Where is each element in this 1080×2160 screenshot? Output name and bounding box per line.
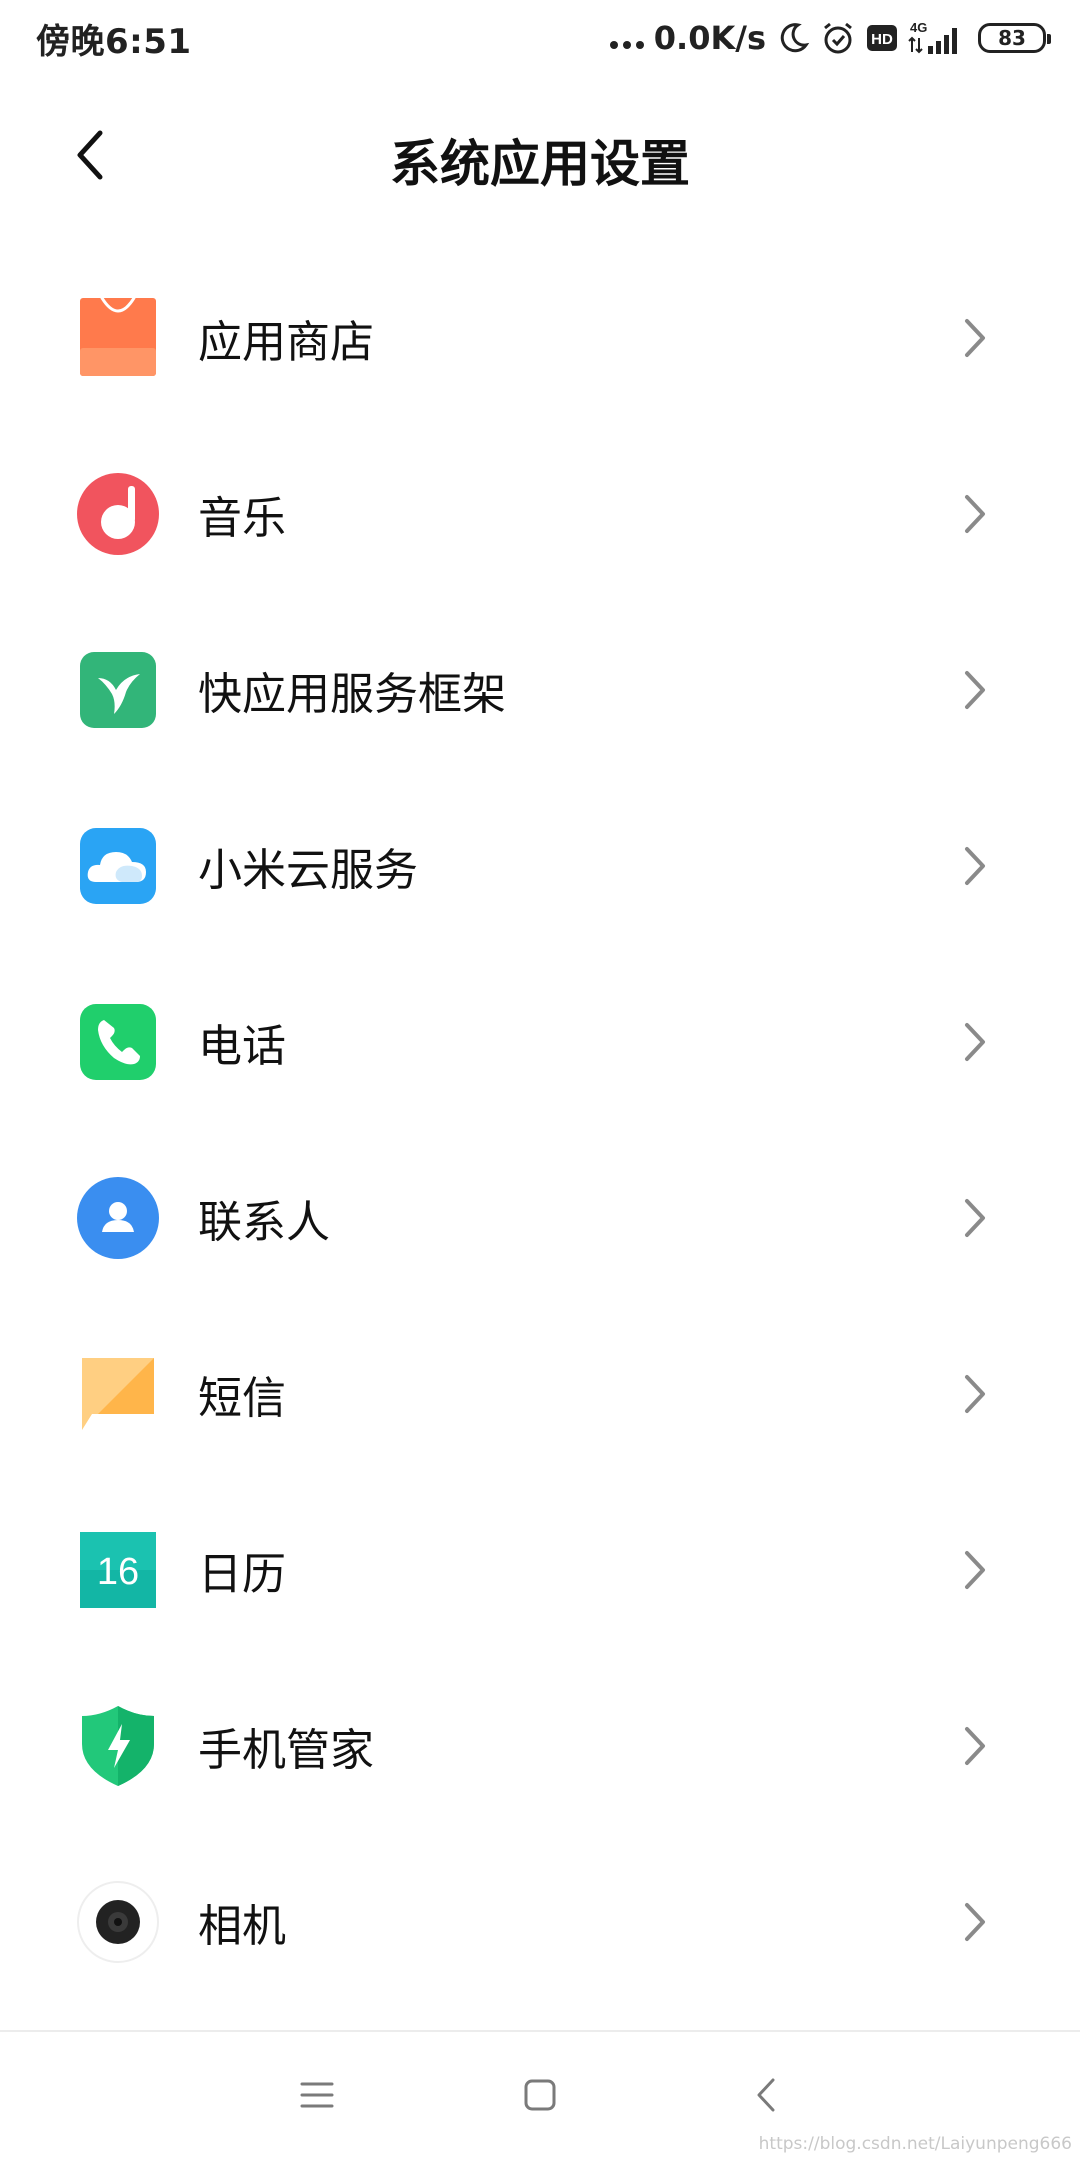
chevron-right-icon xyxy=(965,671,985,709)
cloud-icon xyxy=(80,828,156,904)
svg-text:16: 16 xyxy=(97,1551,139,1593)
chevron-right-icon xyxy=(965,1199,985,1237)
back-icon xyxy=(757,2078,775,2112)
status-bar: 傍晚6:51 0.0K/s HD 4G 83 xyxy=(0,0,1080,80)
item-label: 手机管家 xyxy=(198,1725,374,1776)
music-icon xyxy=(77,473,159,555)
item-label: 应用商店 xyxy=(198,317,374,368)
hd-icon: HD xyxy=(867,25,897,51)
item-label: 联系人 xyxy=(198,1197,330,1248)
svg-text:HD: HD xyxy=(871,31,893,48)
battery-level: 83 xyxy=(998,26,1026,50)
list-item-security[interactable]: 手机管家 xyxy=(0,1658,1080,1834)
status-indicators: 0.0K/s HD 4G 83 xyxy=(609,16,1051,60)
calendar-icon: 16 xyxy=(80,1532,156,1608)
alarm-icon xyxy=(824,22,852,54)
status-time: 傍晚6:51 xyxy=(36,22,192,62)
list-item-camera[interactable]: 相机 xyxy=(0,1834,1080,2010)
list-item-cloud[interactable]: 小米云服务 xyxy=(0,778,1080,954)
svg-text:4G: 4G xyxy=(910,20,927,35)
chevron-right-icon xyxy=(965,847,985,885)
chevron-right-icon xyxy=(965,1375,985,1413)
home-icon xyxy=(524,2079,556,2111)
chevron-right-icon xyxy=(965,319,985,357)
home-button[interactable] xyxy=(505,2060,575,2130)
header: 系统应用设置 xyxy=(0,90,1080,220)
app-store-icon xyxy=(80,296,156,376)
list-item-music[interactable]: 音乐 xyxy=(0,426,1080,602)
list-item-messages[interactable]: 短信 xyxy=(0,1306,1080,1482)
item-label: 日历 xyxy=(198,1549,286,1600)
messages-icon xyxy=(82,1358,154,1430)
battery-icon: 83 xyxy=(978,23,1051,53)
list-item-app-store[interactable]: 应用商店 xyxy=(0,250,1080,426)
list-item-phone[interactable]: 电话 xyxy=(0,954,1080,1130)
back-nav-button[interactable] xyxy=(732,2060,802,2130)
more-notifications-icon xyxy=(609,23,644,53)
contacts-icon xyxy=(77,1177,159,1259)
camera-icon xyxy=(77,1881,159,1963)
security-icon xyxy=(82,1706,154,1786)
item-label: 音乐 xyxy=(198,493,286,544)
list-item-calendar[interactable]: 16 日历 xyxy=(0,1482,1080,1658)
list-item-quick-app[interactable]: 快应用服务框架 xyxy=(0,602,1080,778)
list-item-contacts[interactable]: 联系人 xyxy=(0,1130,1080,1306)
chevron-right-icon xyxy=(965,1727,985,1765)
moon-icon xyxy=(780,23,810,53)
item-label: 小米云服务 xyxy=(198,845,418,896)
item-label: 相机 xyxy=(198,1901,286,1952)
watermark: https://blog.csdn.net/Laiyunpeng666 xyxy=(758,2134,1072,2154)
item-label: 快应用服务框架 xyxy=(198,669,506,720)
app-list: 应用商店 音乐 快应用服务框架 小米云服务 电话 联系人 短信 16 日历 手机… xyxy=(0,250,1080,2010)
page-title: 系统应用设置 xyxy=(390,135,690,193)
item-label: 电话 xyxy=(198,1021,286,1072)
recent-apps-button[interactable] xyxy=(282,2060,352,2130)
phone-icon xyxy=(80,1004,156,1080)
chevron-right-icon xyxy=(965,1903,985,1941)
network-speed: 0.0K/s xyxy=(653,19,766,57)
item-label: 短信 xyxy=(198,1373,286,1424)
quick-app-icon xyxy=(80,652,156,728)
chevron-right-icon xyxy=(965,495,985,533)
signal-icon: 4G xyxy=(908,20,957,54)
navigation-bar: https://blog.csdn.net/Laiyunpeng666 xyxy=(0,2032,1080,2160)
chevron-right-icon xyxy=(965,1551,985,1589)
chevron-right-icon xyxy=(965,1023,985,1061)
menu-icon xyxy=(300,2082,334,2108)
